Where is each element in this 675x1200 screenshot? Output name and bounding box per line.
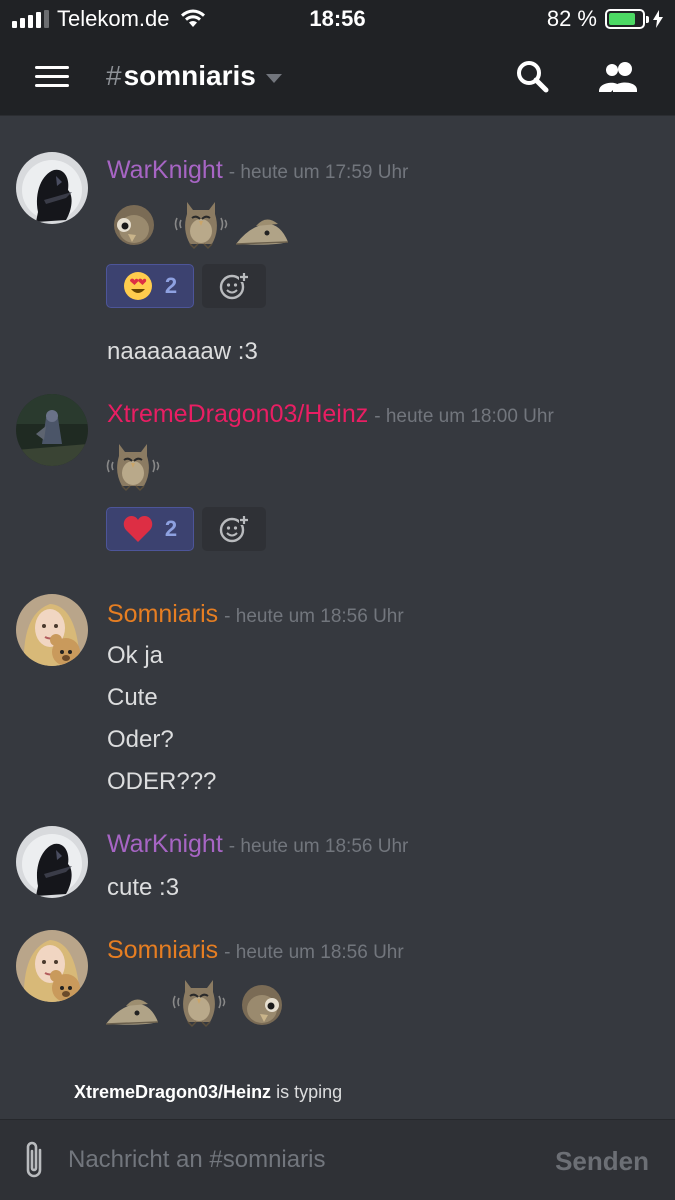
channel-name: somniaris bbox=[123, 60, 256, 91]
message-timestamp: - heute um 18:56 Uhr bbox=[228, 836, 409, 857]
message-text: ODER??? bbox=[107, 768, 217, 795]
message-text: Oder? bbox=[107, 726, 174, 753]
channel-title[interactable]: # somniaris bbox=[106, 60, 282, 92]
avatar[interactable] bbox=[16, 394, 88, 466]
owl-shaking-emote[interactable] bbox=[170, 976, 228, 1028]
battery-level bbox=[609, 13, 636, 25]
message-text: naaaaaaaw :3 bbox=[107, 338, 258, 365]
battery-icon bbox=[605, 9, 649, 29]
owl-shaking-emote[interactable] bbox=[104, 440, 162, 492]
message-text: Ok ja bbox=[107, 642, 164, 669]
members-icon[interactable] bbox=[596, 56, 644, 98]
message-timestamp: - heute um 17:59 Uhr bbox=[228, 162, 409, 183]
typing-indicator: XtremeDragon03/Heinz is typing bbox=[74, 1082, 342, 1103]
message-list[interactable]: WarKnight - heute um 17:59 Uhr 2 naaaaaa… bbox=[0, 116, 675, 1118]
owl-bowing-emote[interactable] bbox=[108, 198, 160, 250]
search-icon[interactable] bbox=[512, 56, 554, 98]
status-right: 82 % bbox=[547, 6, 663, 32]
message-composer: Senden bbox=[0, 1119, 675, 1200]
message-text: Cute bbox=[107, 684, 158, 711]
avatar[interactable] bbox=[16, 594, 88, 666]
add-reaction-icon bbox=[219, 515, 249, 543]
menu-icon[interactable] bbox=[35, 66, 69, 88]
message-timestamp: - heute um 18:00 Uhr bbox=[374, 406, 554, 427]
reaction-heart-eyes[interactable]: 2 bbox=[106, 264, 194, 308]
avatar[interactable] bbox=[16, 152, 88, 224]
avatar[interactable] bbox=[16, 826, 88, 898]
add-reaction-button[interactable] bbox=[202, 507, 266, 551]
message-timestamp: - heute um 18:56 Uhr bbox=[224, 606, 404, 627]
send-button[interactable]: Senden bbox=[555, 1146, 649, 1177]
battery-percent: 82 % bbox=[546, 6, 597, 31]
red-heart-emoji-icon bbox=[123, 516, 153, 542]
charging-bolt-icon bbox=[653, 10, 663, 28]
message-timestamp: - heute um 18:56 Uhr bbox=[224, 942, 404, 963]
typing-user: XtremeDragon03/Heinz bbox=[74, 1082, 272, 1102]
add-reaction-button[interactable] bbox=[202, 264, 266, 308]
reaction-count: 2 bbox=[164, 516, 178, 541]
message-author[interactable]: Somniaris - heute um 18:56 Uhr bbox=[107, 936, 404, 965]
chevron-down-icon bbox=[265, 73, 282, 83]
status-bar: Telekom.de 18:56 82 % bbox=[0, 0, 675, 38]
message-author[interactable]: WarKnight - heute um 17:59 Uhr bbox=[107, 156, 408, 185]
discord-chat-screen: Telekom.de 18:56 82 % # somniaris WarKni… bbox=[0, 0, 675, 1200]
avatar[interactable] bbox=[16, 930, 88, 1002]
message-author[interactable]: Somniaris - heute um 18:56 Uhr bbox=[107, 600, 404, 629]
channel-hash: # bbox=[106, 60, 122, 91]
message-text: cute :3 bbox=[107, 874, 180, 901]
owl-lying-emote[interactable] bbox=[104, 986, 160, 1030]
typing-text: is typing bbox=[271, 1082, 343, 1102]
message-input[interactable] bbox=[68, 1136, 528, 1184]
message-author[interactable]: XtremeDragon03/Heinz - heute um 18:00 Uhr bbox=[107, 400, 554, 429]
heart-eyes-emoji-icon bbox=[123, 272, 152, 300]
message-author[interactable]: WarKnight - heute um 18:56 Uhr bbox=[107, 830, 408, 859]
owl-lying-emote[interactable] bbox=[234, 206, 290, 250]
add-reaction-icon bbox=[219, 272, 249, 300]
owl-bowing-emote[interactable] bbox=[236, 978, 288, 1030]
reaction-red-heart[interactable]: 2 bbox=[106, 507, 194, 551]
reaction-count: 2 bbox=[164, 273, 178, 298]
owl-shaking-emote[interactable] bbox=[172, 198, 230, 250]
channel-header: # somniaris bbox=[0, 38, 675, 116]
paperclip-icon[interactable] bbox=[18, 1138, 52, 1182]
